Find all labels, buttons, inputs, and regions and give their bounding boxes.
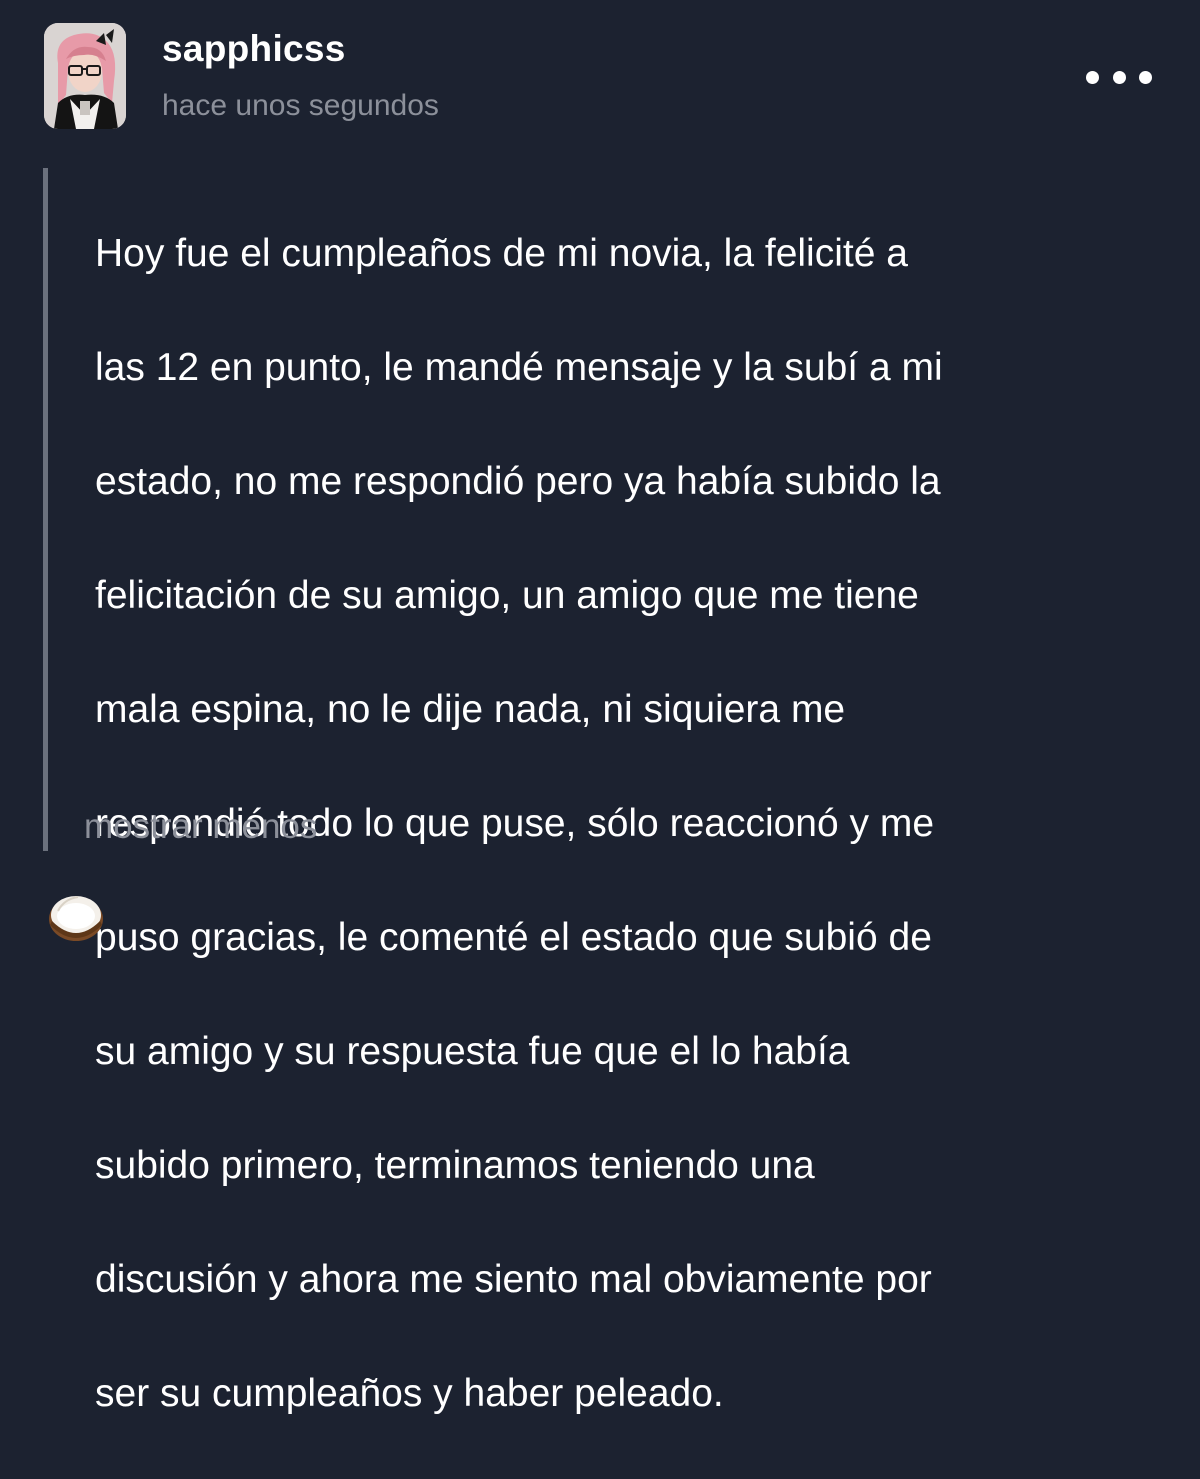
post-body-line: subido primero, terminamos teniendo una xyxy=(95,1144,815,1187)
more-options-button[interactable] xyxy=(1086,60,1152,94)
profile-photo xyxy=(44,23,126,129)
post-body-line: discusión y ahora me siento mal obviamen… xyxy=(95,1258,932,1301)
quote-bar xyxy=(43,168,48,851)
avatar[interactable] xyxy=(44,23,126,129)
post-body-line: ser su cumpleaños y haber peleado. xyxy=(95,1372,724,1415)
more-options-icon xyxy=(1112,70,1126,84)
post-body-line: Hoy fue el cumpleaños de mi novia, la fe… xyxy=(95,232,908,275)
post-body-line: estado, no me respondió pero ya había su… xyxy=(95,460,941,503)
post-body-line: mala espina, no le dije nada, ni siquier… xyxy=(95,688,846,731)
reaction-button[interactable] xyxy=(46,885,106,945)
post-body-line: felicitación de su amigo, un amigo que m… xyxy=(95,574,919,617)
post-timestamp: hace unos segundos xyxy=(162,89,439,122)
username[interactable]: sapphicss xyxy=(162,27,346,71)
more-options-icon xyxy=(1139,70,1152,84)
post-body-line: puso gracias, le comenté el estado que s… xyxy=(95,916,932,959)
coconut-emoji-icon xyxy=(49,896,103,941)
post-body-line: las 12 en punto, le mandé mensaje y la s… xyxy=(95,346,943,389)
show-less-link[interactable]: mostrar menos xyxy=(84,805,317,849)
more-options-icon xyxy=(1086,70,1099,84)
post-body-line: su amigo y su respuesta fue que el lo ha… xyxy=(95,1030,850,1073)
